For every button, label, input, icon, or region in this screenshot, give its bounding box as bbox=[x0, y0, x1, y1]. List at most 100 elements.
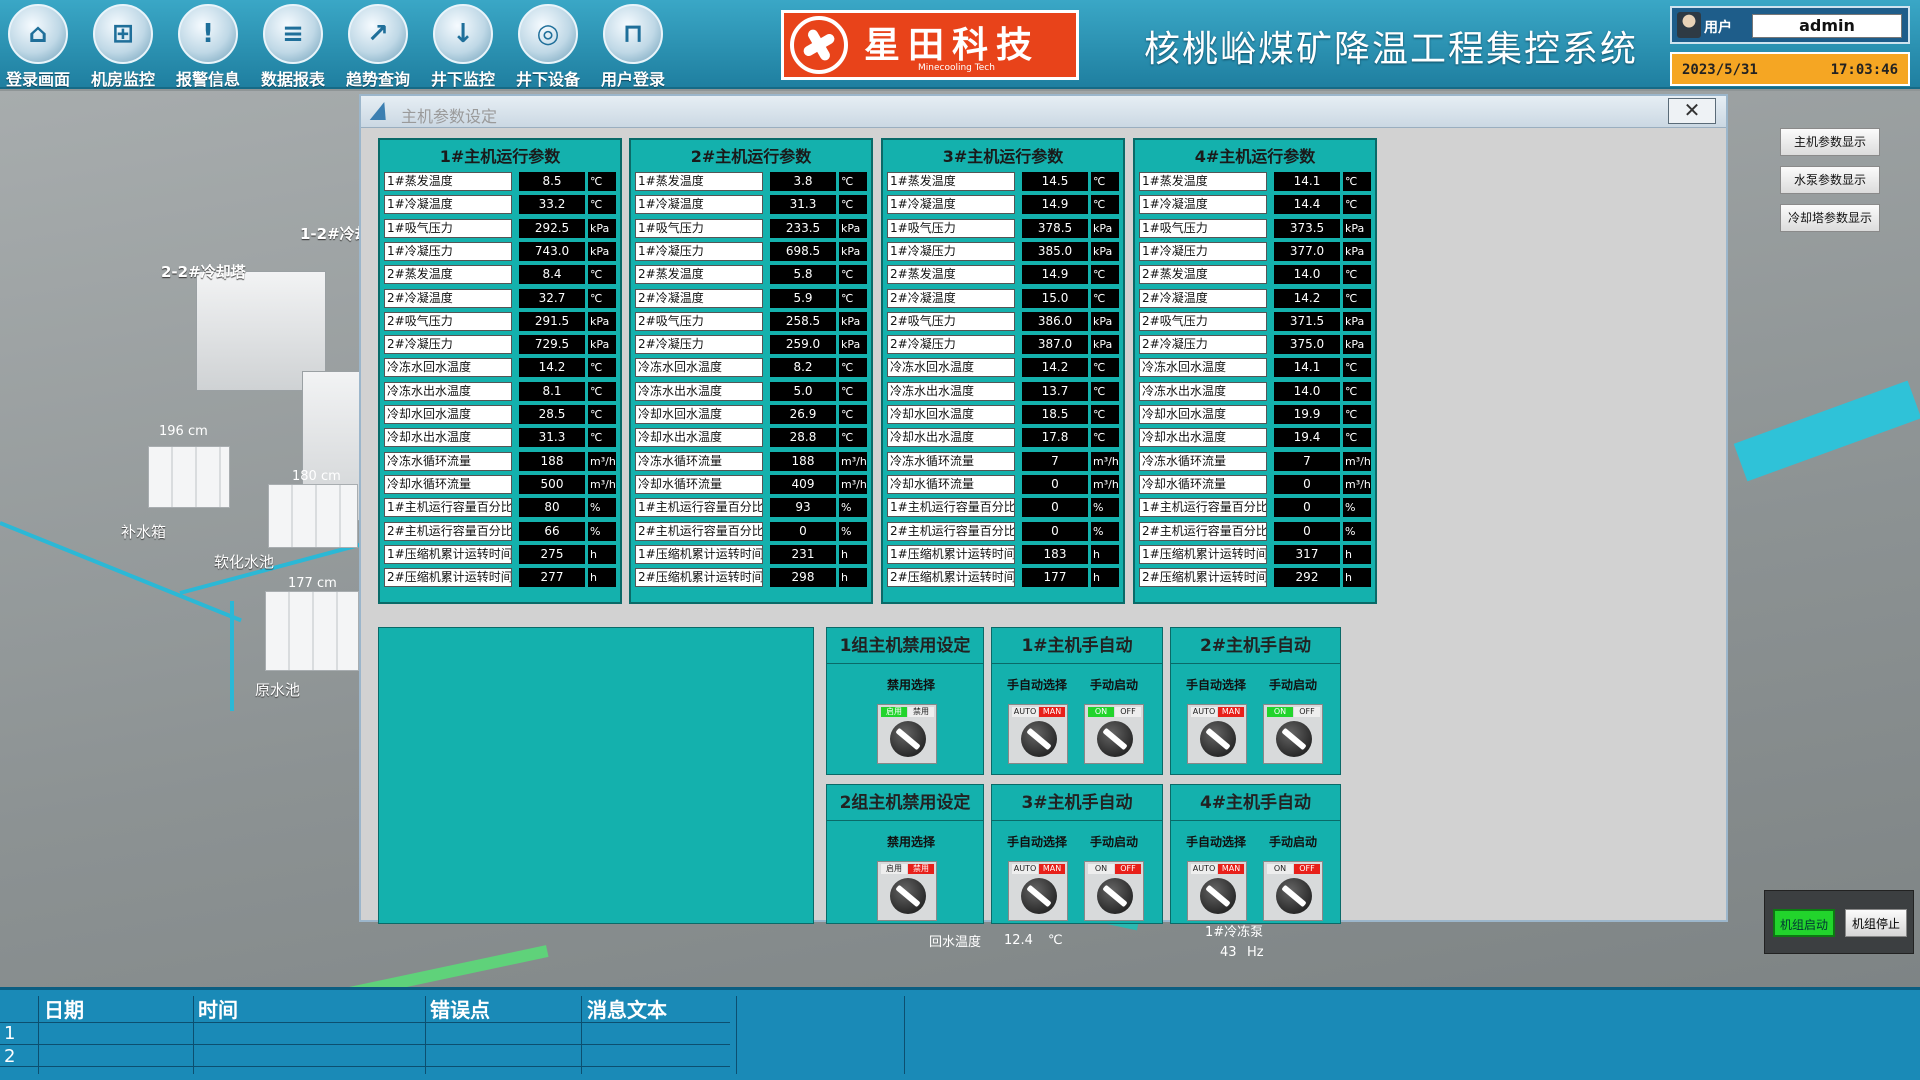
param-name: 1#压缩机累计运转时间 bbox=[635, 544, 763, 564]
selector-switch[interactable]: AUTO MAN bbox=[1187, 704, 1247, 764]
datetime-display: 2023/5/31 17:03:46 bbox=[1670, 52, 1910, 86]
param-unit: kPa bbox=[1343, 218, 1371, 238]
param-unit: ℃ bbox=[1343, 358, 1371, 378]
param-row: 2#吸气压力 371.5 kPa bbox=[1139, 311, 1371, 331]
cooling-tower-param-display-button[interactable]: 冷却塔参数显示 bbox=[1780, 204, 1880, 232]
param-value: 14.1 bbox=[1274, 358, 1340, 378]
nav-button-6[interactable]: ◎ 井下设备 bbox=[508, 4, 588, 89]
param-value: 8.1 bbox=[519, 381, 585, 401]
param-unit: kPa bbox=[1091, 335, 1119, 355]
unit-stop-button[interactable]: 机组停止 bbox=[1845, 909, 1907, 937]
selector-switch[interactable]: 启用 禁用 bbox=[877, 861, 937, 921]
param-unit: ℃ bbox=[839, 381, 867, 401]
param-unit: % bbox=[1343, 521, 1371, 541]
param-name: 2#吸气压力 bbox=[887, 311, 1015, 331]
nav-button-7[interactable]: ⊓ 用户登录 bbox=[593, 4, 673, 89]
param-value: 0 bbox=[1022, 521, 1088, 541]
nav-button-3[interactable]: ≡ 数据报表 bbox=[253, 4, 333, 89]
user-box[interactable]: 用户 admin bbox=[1670, 6, 1910, 44]
param-value: 19.4 bbox=[1274, 428, 1340, 448]
param-name: 1#冷凝温度 bbox=[887, 195, 1015, 215]
control-title: 1组主机禁用设定 bbox=[827, 628, 983, 664]
param-row: 冷冻水循环流量 7 m³/h bbox=[1139, 451, 1371, 471]
switch-position-label: AUTO bbox=[1012, 707, 1038, 717]
param-name: 1#吸气压力 bbox=[384, 218, 512, 238]
selector-knob-icon bbox=[1021, 721, 1057, 757]
nav-button-0[interactable]: ⌂ 登录画面 bbox=[0, 4, 78, 89]
param-unit: ℃ bbox=[839, 288, 867, 308]
selector-switch[interactable]: AUTO MAN bbox=[1008, 704, 1068, 764]
trend-chart-icon: ↗ bbox=[348, 4, 408, 64]
date-text: 2023/5/31 bbox=[1682, 62, 1758, 78]
param-name: 冷却水循环流量 bbox=[635, 474, 763, 494]
param-unit: ℃ bbox=[1091, 358, 1119, 378]
param-value: 5.0 bbox=[770, 381, 836, 401]
control-title: 3#主机手自动 bbox=[992, 785, 1162, 821]
host-param-display-button[interactable]: 主机参数显示 bbox=[1780, 128, 1880, 156]
param-value: 28.8 bbox=[770, 428, 836, 448]
selector-switch[interactable]: 启用 禁用 bbox=[877, 704, 937, 764]
param-unit: ℃ bbox=[1343, 428, 1371, 448]
selector-switch[interactable]: AUTO MAN bbox=[1008, 861, 1068, 921]
param-value: 14.1 bbox=[1274, 172, 1340, 191]
row-number: 1 bbox=[4, 1023, 16, 1044]
param-value: 5.8 bbox=[770, 265, 836, 285]
param-value: 277 bbox=[519, 568, 585, 588]
top-navigation-bar: ⌂ 登录画面 ⊞ 机房监控! 报警信息 ≡ 数据报表 ↗ 趋势查询 ↓ 井下监控 ◎ 井下设备 ⊓ 用户登录… bbox=[0, 0, 1920, 89]
param-name: 2#主机运行容量百分比 bbox=[887, 521, 1015, 541]
control-title: 2#主机手自动 bbox=[1171, 628, 1340, 664]
network-icon-glyph: ⊞ bbox=[112, 19, 134, 49]
host-2-param-panel: 2#主机运行参数 1#蒸发温度 3.8 ℃ 1#冷凝温度 31.3 ℃ 1#吸气压力 233.5… bbox=[629, 138, 873, 604]
host-param-dialog: 主机参数设定 ✕ 1#主机运行参数 1#蒸发温度 8.5 ℃ 1#冷凝温度 33.2 ℃ 1#… bbox=[359, 94, 1728, 924]
manual-start-label: 手动启动 bbox=[1269, 835, 1318, 849]
column-divider bbox=[193, 996, 194, 1074]
switch-position-label: OFF bbox=[1294, 864, 1320, 874]
close-button[interactable]: ✕ bbox=[1668, 98, 1716, 124]
param-value: 3.8 bbox=[770, 172, 836, 191]
param-value: 292 bbox=[1274, 568, 1340, 588]
param-unit: kPa bbox=[839, 311, 867, 331]
selector-switch[interactable]: AUTO MAN bbox=[1187, 861, 1247, 921]
nav-button-2[interactable]: ! 报警信息 bbox=[168, 4, 248, 89]
selector-switch[interactable]: ON OFF bbox=[1084, 861, 1144, 921]
param-row: 冷却水出水温度 31.3 ℃ bbox=[384, 428, 616, 448]
param-unit: kPa bbox=[839, 241, 867, 261]
param-unit: ℃ bbox=[1091, 428, 1119, 448]
param-row: 2#压缩机累计运转时间 298 h bbox=[635, 568, 867, 588]
selector-switch[interactable]: ON OFF bbox=[1263, 704, 1323, 764]
nav-button-5[interactable]: ↓ 井下监控 bbox=[423, 4, 503, 89]
trend-chart-icon-glyph: ↗ bbox=[367, 19, 389, 49]
param-row: 1#压缩机累计运转时间 317 h bbox=[1139, 544, 1371, 564]
report-icon-glyph: ≡ bbox=[282, 19, 304, 49]
param-name: 冷冻水循环流量 bbox=[1139, 451, 1267, 471]
company-logo: 星田科技 Minecooling Tech bbox=[781, 10, 1079, 80]
param-name: 2#蒸发温度 bbox=[887, 265, 1015, 285]
nav-button-1[interactable]: ⊞ 机房监控 bbox=[83, 4, 163, 89]
param-row: 冷却水循环流量 500 m³/h bbox=[384, 474, 616, 494]
param-name: 1#压缩机累计运转时间 bbox=[887, 544, 1015, 564]
param-unit: % bbox=[839, 498, 867, 518]
param-name: 1#主机运行容量百分比 bbox=[635, 498, 763, 518]
unit-start-button[interactable]: 机组启动 bbox=[1773, 909, 1835, 937]
param-value: 0 bbox=[1274, 474, 1340, 494]
param-unit: kPa bbox=[1343, 311, 1371, 331]
selector-switch[interactable]: ON OFF bbox=[1263, 861, 1323, 921]
logo-subtitle: Minecooling Tech bbox=[918, 63, 995, 73]
nav-button-4[interactable]: ↗ 趋势查询 bbox=[338, 4, 418, 89]
download-arrow-icon-glyph: ↓ bbox=[452, 19, 474, 49]
param-row: 1#主机运行容量百分比 80% bbox=[384, 498, 616, 518]
nav-label: 井下设备 bbox=[515, 70, 580, 89]
param-row: 1#吸气压力 233.5 kPa bbox=[635, 218, 867, 238]
selector-knob-icon bbox=[890, 878, 926, 914]
user-name-field[interactable]: admin bbox=[1752, 14, 1902, 38]
selector-switch[interactable]: ON OFF bbox=[1084, 704, 1144, 764]
param-unit: ℃ bbox=[839, 428, 867, 448]
param-value: 14.0 bbox=[1274, 265, 1340, 285]
param-value: 373.5 bbox=[1274, 218, 1340, 238]
param-name: 1#冷凝压力 bbox=[1139, 241, 1267, 261]
param-unit: kPa bbox=[1091, 241, 1119, 261]
param-unit: kPa bbox=[1091, 218, 1119, 238]
pump-param-display-button[interactable]: 水泵参数显示 bbox=[1780, 166, 1880, 194]
param-row: 冷冻水回水温度 14.1 ℃ bbox=[1139, 358, 1371, 378]
auto-manual-label: 手自动选择 bbox=[1007, 678, 1068, 692]
